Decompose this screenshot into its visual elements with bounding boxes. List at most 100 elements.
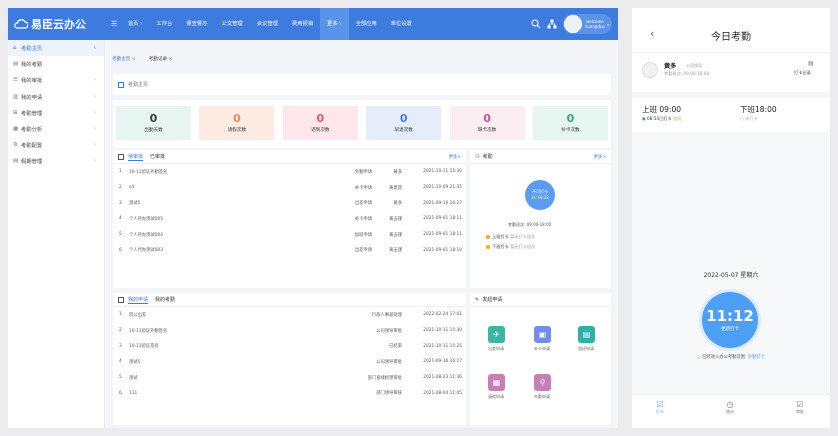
search-icon[interactable]: [531, 19, 541, 29]
tab-attendance-home[interactable]: 考勤主页 ×: [107, 54, 141, 66]
sidebar-item-my-approvals[interactable]: ☰ 我的审批 ›: [8, 72, 104, 88]
stat-leave-count[interactable]: 0 请假次数: [199, 106, 275, 140]
stat-label: 出勤天数: [144, 128, 163, 133]
punch-label: 更新打卡: [721, 327, 739, 332]
table-row[interactable]: 2 cd 补卡申请 黄恩瑶 2021-10-09 21:35: [113, 180, 466, 196]
sidebar-item-home[interactable]: ⌂ 考勤主页 ‹: [8, 40, 104, 57]
app-logo[interactable]: 易臣云办公: [8, 16, 111, 32]
nav-home[interactable]: 首页 ›: [121, 8, 149, 40]
sidebar-item-attendance-analysis[interactable]: ▦ 考勤分析 ›: [8, 121, 104, 137]
table-row[interactable]: 6 个人代办测试003 出差申请 黄玉瑾 2021-09-01 18:10: [113, 242, 466, 258]
table-row[interactable]: 5 个人待办测试004 加班申请 黄玉瑾 2021-09-01 18:11: [113, 227, 466, 243]
applications-panel: 我的申请 我的考勤 1 因公出差 行政人事部处理 2022-02-24 17:01 21…: [113, 293, 466, 425]
sidebar-item-label: 我的考勤: [21, 62, 43, 69]
tab-my-attendance[interactable]: 我的考勤: [155, 296, 175, 303]
desktop-app: 易臣云办公 ☰ 首页 › 工作台 督查督办 公文管理 会议管理 费用报销 更多 …: [8, 8, 618, 428]
stat-makeup-punch-count[interactable]: 0 补卡次数: [532, 106, 608, 140]
sidebar-item-label: 考勤主页: [21, 46, 43, 53]
table-row[interactable]: 3 测试5 出差申请 黄多 2021-09-16 16:27: [113, 195, 466, 211]
nav-expenses[interactable]: 费用报销: [285, 8, 320, 40]
tab-pending-approvals[interactable]: 待审批: [128, 153, 144, 161]
table-row[interactable]: 5 测试 部门直线经理审批 2021-08-23 11:36: [113, 370, 466, 386]
widget-title: 考勤: [482, 154, 493, 160]
sidebar-item-attendance-config[interactable]: ⚙ 考勤配置 ›: [8, 137, 104, 153]
main-nav: 首页 › 工作台 督查督办 公文管理 会议管理 费用报销 更多 › 全部应用 单…: [121, 8, 419, 40]
tab-my-applications[interactable]: 我的申请: [128, 296, 149, 304]
field-punch-link[interactable]: 外勤打卡: [748, 355, 765, 360]
field-work-icon[interactable]: ⚲: [534, 374, 551, 391]
breadcrumb: 考勤主页: [113, 74, 611, 95]
brand-name: 易臣云办公: [31, 18, 86, 31]
nav-documents[interactable]: 公文管理: [215, 8, 250, 40]
chevron-right-icon: ›: [93, 109, 96, 116]
nav-meetings[interactable]: 会议管理: [250, 8, 285, 40]
stat-early-leave-count[interactable]: 0 早退次数: [366, 106, 442, 140]
table-row[interactable]: 1 10-11验证外勤签名 外勤申请 黄多 2021-10-11 15:30: [113, 164, 466, 180]
table-row[interactable]: 1 因公出差 行政人事部处理 2022-02-24 17:01: [113, 307, 466, 323]
punch-clock-button[interactable]: 不可打卡 11:19:22: [525, 180, 555, 210]
nav-org-settings[interactable]: 单位设置: [384, 8, 419, 40]
menu-icon[interactable]: ☰: [111, 20, 121, 28]
avatar: [563, 15, 582, 33]
leave-icon: ▤: [13, 158, 19, 165]
bottom-tab-stats[interactable]: ◷ 统计: [718, 400, 742, 415]
org-chart-icon[interactable]: [547, 19, 557, 29]
makeup-punch-icon[interactable]: ▣: [534, 326, 551, 343]
location-check-icon: ○: [696, 355, 701, 360]
chevron-right-icon: ›: [93, 77, 96, 84]
table-row[interactable]: 4 个人待办测试005 补卡申请 黄玉瑾 2021-09-01 18:11: [113, 211, 466, 227]
sidebar-item-attendance-management[interactable]: ⊞ 考勤管理 ›: [8, 105, 104, 121]
punch-button[interactable]: 11:12 更新打卡: [702, 292, 758, 348]
pending-circle-icon: ○: [740, 116, 744, 121]
nav-workbench[interactable]: 工作台: [149, 8, 179, 40]
sidebar-item-my-attendance[interactable]: ▤ 我的考勤: [8, 56, 104, 72]
clock-out-time: 下班18:00: [740, 105, 777, 114]
sidebar-item-label: 我的审批: [21, 78, 43, 85]
page-tabs: 考勤主页 × 考勤记录 ×: [107, 52, 180, 68]
bottom-tab-approval[interactable]: ☑ 审批: [788, 400, 812, 415]
chevron-right-icon: ›: [93, 142, 96, 149]
user-menu[interactable]: welcome huangduo ▾: [562, 14, 612, 34]
punch-icon: ☑: [656, 400, 664, 409]
stat-missing-punch-count[interactable]: 0 缺卡次数: [449, 106, 525, 140]
check-circle-icon: ●: [642, 116, 646, 121]
approvals-panel: 待审批 已审批 更多> 1 10-11验证外勤签名 外勤申请 黄多 2021-10-11 1…: [113, 150, 466, 288]
overtime-icon[interactable]: ▤: [578, 326, 595, 343]
nav-supervision[interactable]: 督查督办: [179, 8, 214, 40]
panel-title: 发起申请: [482, 297, 503, 303]
more-link[interactable]: 更多>: [449, 154, 461, 160]
table-row[interactable]: 2 10-11验证外勤签名 公司领导审批 2021-10-11 15:30: [113, 323, 466, 339]
collapse-icon[interactable]: ‹: [94, 45, 96, 51]
stat-label: 迟到次数: [311, 128, 330, 133]
tab-approved[interactable]: 已审批: [150, 153, 165, 160]
nav-more[interactable]: 更多 ›: [320, 8, 349, 40]
chevron-right-icon: ›: [93, 126, 96, 133]
business-trip-icon[interactable]: ✈: [488, 326, 505, 343]
sidebar-item-my-applications[interactable]: ▥ 我的申请 ›: [8, 89, 104, 105]
calendar-icon: ▤: [13, 61, 19, 68]
table-row[interactable]: 4 测试5 公司领导审批 2021-09-16 16:27: [113, 354, 466, 370]
stat-late-count[interactable]: 0 迟到次数: [282, 106, 358, 140]
current-date: 2022-05-07 星期六: [703, 272, 759, 279]
sidebar-item-leave-management[interactable]: ▤ 假期管理 ›: [8, 153, 104, 169]
leave-request-icon[interactable]: ▦: [488, 374, 505, 391]
table-row[interactable]: 3 10-11验证签名 已结束 2021-10-11 15:25: [113, 338, 466, 354]
attendance-widget: ⚇ 考勤 更多>: [470, 150, 611, 288]
stat-value: 0: [483, 112, 491, 125]
table-row[interactable]: 6 111 部门领导审核 2021-08-04 11:05: [113, 385, 466, 401]
more-link[interactable]: 更多>: [594, 154, 606, 160]
clock-in-time: 上班 09:00: [642, 105, 681, 114]
stat-value: 0: [149, 112, 158, 125]
launch-application-panel: ✎ 发起申请: [470, 293, 611, 425]
calendar-icon[interactable]: ▤: [808, 60, 814, 67]
bottom-tab-punch[interactable]: ☑ 打卡: [648, 400, 672, 415]
chevron-right-icon: ›: [93, 93, 96, 100]
stat-attendance-days[interactable]: 0 出勤天数: [116, 106, 191, 140]
nav-all-apps[interactable]: 全部应用: [349, 8, 384, 40]
stat-value: 0: [566, 112, 575, 125]
user-role: 公司领导: [686, 63, 702, 68]
field-work-label: 外勤申请: [534, 394, 550, 399]
punch-record-link[interactable]: 打卡记录: [794, 70, 811, 76]
tab-attendance-records[interactable]: 考勤记录 ×: [144, 54, 178, 66]
business-trip-label: 出差申请: [488, 346, 504, 351]
